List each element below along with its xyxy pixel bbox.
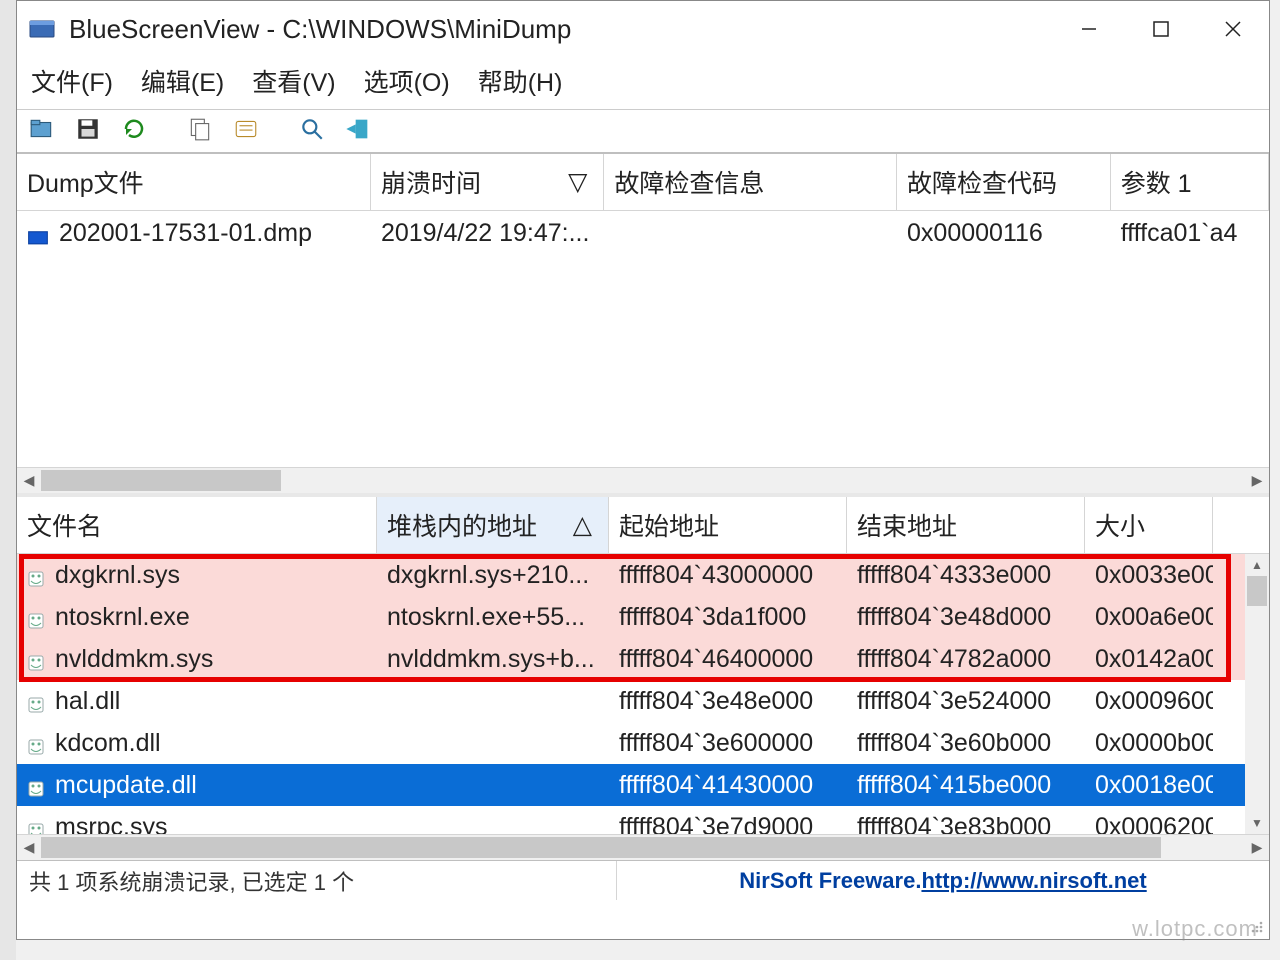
status-link-area: NirSoft Freeware. http://www.nirsoft.net <box>617 868 1269 894</box>
col-dump-file[interactable]: Dump文件 <box>17 154 371 210</box>
app-icon <box>29 18 57 40</box>
window-title: BlueScreenView - C:\WINDOWS\MiniDump <box>69 14 1053 45</box>
col-bugcheck-string[interactable]: 故障检查信息 <box>604 154 897 210</box>
col-param1[interactable]: 参数 1 <box>1111 154 1269 210</box>
col-bugcheck-code[interactable]: 故障检查代码 <box>897 154 1111 210</box>
module-file-icon <box>27 776 45 794</box>
titlebar: BlueScreenView - C:\WINDOWS\MiniDump <box>17 1 1269 57</box>
menu-options[interactable]: 选项(O) <box>364 63 450 99</box>
scroll-up-icon[interactable]: ▲ <box>1245 554 1269 576</box>
refresh-icon[interactable] <box>119 114 149 144</box>
col-crash-time[interactable]: 崩溃时间 ▽ <box>371 154 604 210</box>
module-row[interactable]: nvlddmkm.sysnvlddmkm.sys+b...fffff804`46… <box>17 638 1269 680</box>
dump-file-icon <box>27 225 49 243</box>
dump-list-pane: Dump文件 崩溃时间 ▽ 故障检查信息 故障检查代码 参数 1 202001-… <box>17 154 1269 493</box>
module-file-icon <box>27 608 45 626</box>
dump-row[interactable]: 202001-17531-01.dmp 2019/4/22 19:47:... … <box>17 211 1269 256</box>
copy-icon[interactable] <box>185 114 215 144</box>
col-size[interactable]: 大小 <box>1085 497 1213 553</box>
toolbar <box>17 109 1269 154</box>
module-file-icon <box>27 566 45 584</box>
module-row[interactable]: kdcom.dllfffff804`3e600000fffff804`3e60b… <box>17 722 1269 764</box>
sort-asc-icon: △ <box>573 510 592 540</box>
scroll-down-icon[interactable]: ▼ <box>1245 812 1269 834</box>
watermark-text: w.lotpc.com <box>1132 916 1258 942</box>
scroll-left-icon[interactable]: ◀ <box>17 835 41 860</box>
menu-edit[interactable]: 编辑(E) <box>141 63 224 99</box>
sort-desc-icon: ▽ <box>568 167 587 197</box>
module-hscrollbar[interactable]: ◀ ▶ <box>17 834 1269 860</box>
minimize-button[interactable] <box>1053 1 1125 57</box>
dump-list-body: 202001-17531-01.dmp 2019/4/22 19:47:... … <box>17 211 1269 467</box>
col-stack-address[interactable]: 堆栈内的地址 △ <box>377 497 609 553</box>
menu-file[interactable]: 文件(F) <box>31 63 113 99</box>
nirsoft-link[interactable]: http://www.nirsoft.net <box>921 868 1146 894</box>
menubar: 文件(F) 编辑(E) 查看(V) 选项(O) 帮助(H) <box>17 57 1269 109</box>
dump-hscrollbar[interactable]: ◀ ▶ <box>17 467 1269 493</box>
module-list-pane: 文件名 堆栈内的地址 △ 起始地址 结束地址 大小 dxgkrnl.sysdxg… <box>17 497 1269 860</box>
col-from-address[interactable]: 起始地址 <box>609 497 847 553</box>
module-row[interactable]: ntoskrnl.exentoskrnl.exe+55...fffff804`3… <box>17 596 1269 638</box>
module-list-header: 文件名 堆栈内的地址 △ 起始地址 结束地址 大小 <box>17 497 1269 554</box>
dump-list-header: Dump文件 崩溃时间 ▽ 故障检查信息 故障检查代码 参数 1 <box>17 154 1269 211</box>
col-filename[interactable]: 文件名 <box>17 497 377 553</box>
application-window: BlueScreenView - C:\WINDOWS\MiniDump 文件(… <box>16 0 1270 940</box>
close-button[interactable] <box>1197 1 1269 57</box>
exit-icon[interactable] <box>343 114 373 144</box>
module-row[interactable]: msrpc.sysfffff804`3e7d9000fffff804`3e83b… <box>17 806 1269 834</box>
module-list-body: dxgkrnl.sysdxgkrnl.sys+210...fffff804`43… <box>17 554 1269 834</box>
module-file-icon <box>27 650 45 668</box>
module-file-icon <box>27 734 45 752</box>
module-file-icon <box>27 818 45 834</box>
scroll-right-icon[interactable]: ▶ <box>1245 468 1269 493</box>
save-icon[interactable] <box>73 114 103 144</box>
properties-icon[interactable] <box>231 114 261 144</box>
maximize-button[interactable] <box>1125 1 1197 57</box>
status-text: 共 1 项系统崩溃记录, 已选定 1 个 <box>17 861 617 900</box>
module-file-icon <box>27 692 45 710</box>
scroll-left-icon[interactable]: ◀ <box>17 468 41 493</box>
module-row[interactable]: dxgkrnl.sysdxgkrnl.sys+210...fffff804`43… <box>17 554 1269 596</box>
menu-view[interactable]: 查看(V) <box>252 63 335 99</box>
menu-help[interactable]: 帮助(H) <box>478 63 563 99</box>
open-folder-icon[interactable] <box>27 114 57 144</box>
statusbar: 共 1 项系统崩溃记录, 已选定 1 个 NirSoft Freeware. h… <box>17 860 1269 900</box>
module-vscrollbar[interactable]: ▲ ▼ <box>1245 554 1269 834</box>
find-icon[interactable] <box>297 114 327 144</box>
module-row[interactable]: mcupdate.dllfffff804`41430000fffff804`41… <box>17 764 1269 806</box>
scroll-right-icon[interactable]: ▶ <box>1245 835 1269 860</box>
module-row[interactable]: hal.dllfffff804`3e48e000fffff804`3e52400… <box>17 680 1269 722</box>
col-to-address[interactable]: 结束地址 <box>847 497 1085 553</box>
